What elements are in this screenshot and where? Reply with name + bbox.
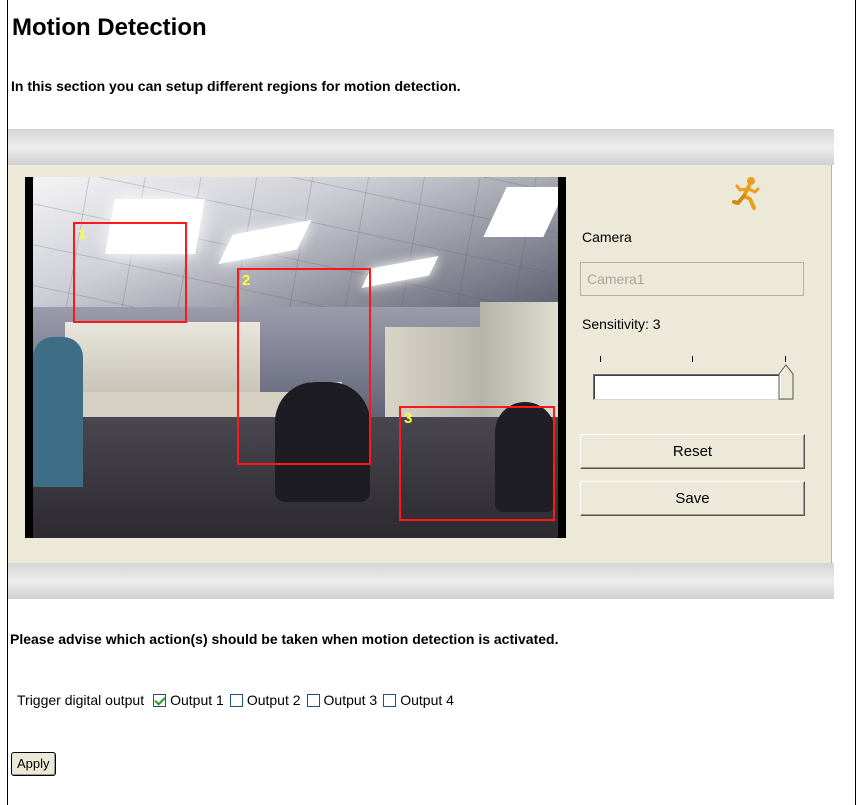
action-instructions: Please advise which action(s) should be … [10, 631, 559, 647]
save-button[interactable]: Save [580, 481, 805, 516]
camera-field[interactable]: Camera1 [580, 262, 804, 296]
apply-button[interactable]: Apply [11, 752, 56, 776]
motion-region-1[interactable]: 1 [73, 222, 187, 323]
sensitivity-label: Sensitivity: 3 [582, 316, 661, 332]
slider-tick [785, 356, 786, 362]
trigger-output-label: Trigger digital output [17, 692, 145, 708]
output-1-checkbox[interactable] [153, 693, 167, 707]
running-man-icon [732, 177, 760, 210]
reset-button[interactable]: Reset [580, 434, 805, 469]
output-4-checkbox[interactable] [383, 693, 397, 707]
motion-region-3[interactable]: 3 [399, 406, 555, 521]
trigger-output-row: Trigger digital output Output 1 Output 2… [17, 692, 460, 708]
header-band [8, 129, 834, 165]
slider-tick [692, 356, 693, 362]
output-2-option[interactable]: Output 2 [229, 692, 301, 708]
page-title: Motion Detection [12, 14, 207, 41]
output-1-label: Output 1 [170, 692, 224, 708]
sensitivity-slider-thumb[interactable] [778, 364, 794, 400]
output-2-checkbox[interactable] [229, 693, 243, 707]
output-3-option[interactable]: Output 3 [306, 692, 378, 708]
footer-band [8, 563, 834, 599]
region-label: 2 [242, 272, 251, 289]
slider-tick [600, 356, 601, 362]
right-border [855, 0, 856, 805]
output-3-checkbox[interactable] [306, 693, 320, 707]
region-label: 3 [404, 410, 413, 427]
output-4-label: Output 4 [400, 692, 454, 708]
sensitivity-slider[interactable] [593, 374, 793, 400]
output-1-option[interactable]: Output 1 [153, 692, 224, 708]
motion-region-2[interactable]: 2 [237, 268, 371, 465]
output-2-label: Output 2 [246, 692, 301, 708]
output-4-option[interactable]: Output 4 [383, 692, 454, 708]
camera-label: Camera [582, 229, 632, 245]
output-3-label: Output 3 [323, 692, 378, 708]
region-label: 1 [78, 226, 87, 243]
page-intro: In this section you can setup different … [11, 78, 461, 94]
